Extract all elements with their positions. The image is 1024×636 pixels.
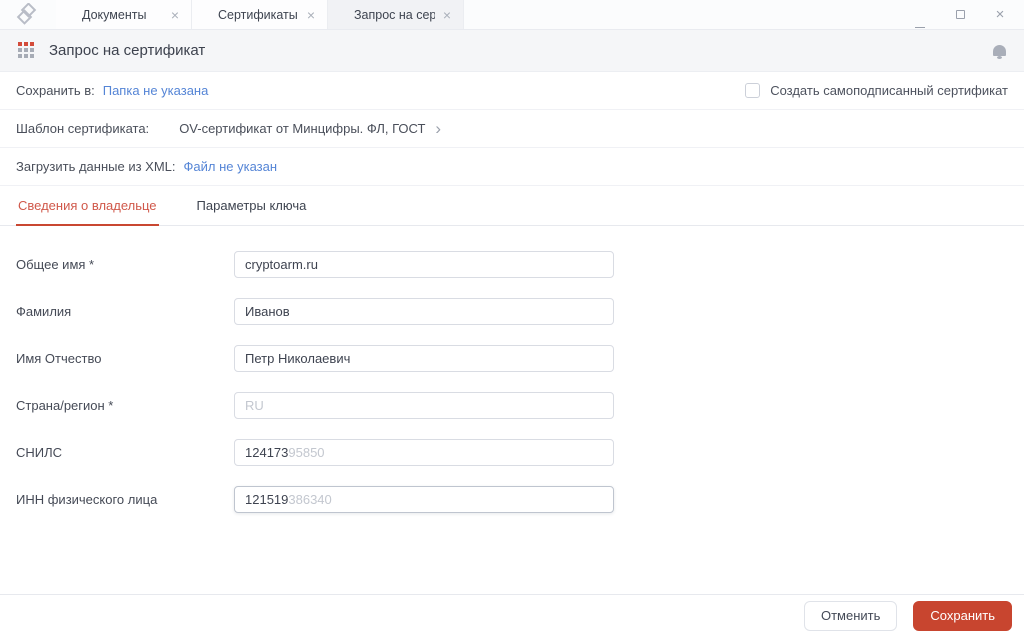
tab-label: Документы	[82, 7, 147, 22]
form-row-snils: СНИЛС 124173 95850	[0, 439, 1024, 466]
field-label: Фамилия	[16, 304, 72, 319]
bell-icon[interactable]	[993, 45, 1006, 59]
close-icon[interactable]: ×	[171, 8, 179, 22]
owner-info-form: Общее имя * cryptoarm.ru Фамилия Иванов …	[0, 226, 1024, 594]
snils-input[interactable]: 124173 95850	[234, 439, 614, 466]
save-button[interactable]: Сохранить	[913, 600, 1012, 631]
save-to-label: Сохранить в:	[16, 83, 95, 98]
form-row-common-name: Общее имя * cryptoarm.ru	[0, 251, 1024, 278]
input-muted-value: RU	[245, 398, 264, 413]
form-row-country: Страна/регион * RU	[0, 392, 1024, 419]
country-input[interactable]: RU	[234, 392, 614, 419]
self-signed-option[interactable]: Создать самоподписанный сертификат	[745, 83, 1008, 98]
minimize-icon[interactable]	[914, 17, 926, 29]
template-row: Шаблон сертификата: OV-сертификат от Мин…	[0, 110, 1024, 148]
self-signed-checkbox[interactable]	[745, 83, 761, 98]
form-row-surname: Фамилия Иванов	[0, 298, 1024, 325]
tab-owner-info[interactable]: Сведения о владельце	[16, 198, 159, 226]
given-name-input[interactable]: Петр Николаевич	[234, 345, 614, 372]
cancel-button[interactable]: Отменить	[803, 600, 898, 631]
page-title: Запрос на сертификат	[49, 42, 206, 59]
xml-label: Загрузить данные из XML:	[16, 159, 176, 174]
tab-bar: Документы × Сертификаты × Запрос на серт…	[0, 0, 1024, 30]
common-name-input[interactable]: cryptoarm.ru	[234, 251, 614, 278]
xml-file-link[interactable]: Файл не указан	[184, 159, 278, 174]
footer-bar: Отменить Сохранить	[0, 594, 1024, 636]
xml-row: Загрузить данные из XML: Файл не указан	[0, 148, 1024, 186]
field-label: Страна/регион *	[16, 398, 114, 413]
input-value: Петр Николаевич	[245, 351, 351, 366]
inn-input[interactable]: 121519 386340	[234, 486, 614, 513]
maximize-icon[interactable]	[954, 9, 966, 21]
section-tabs: Сведения о владельце Параметры ключа	[0, 186, 1024, 226]
field-label: СНИЛС	[16, 445, 63, 460]
input-muted-value: 95850	[288, 445, 325, 460]
close-icon[interactable]: ×	[443, 8, 451, 22]
window-controls: ×	[896, 0, 1024, 29]
save-to-folder-link[interactable]: Папка не указана	[103, 83, 209, 98]
input-value: 124173	[245, 445, 289, 460]
field-label: Имя Отчество	[16, 351, 102, 366]
surname-input[interactable]: Иванов	[234, 298, 614, 325]
save-to-row: Сохранить в: Папка не указана Создать са…	[0, 72, 1024, 110]
input-value: cryptoarm.ru	[245, 257, 318, 272]
form-row-inn: ИНН физического лица 121519 386340	[0, 486, 1024, 513]
app-logo	[0, 0, 56, 29]
logo-icon	[16, 2, 37, 25]
self-signed-label[interactable]: Создать самоподписанный сертификат	[770, 83, 1008, 98]
chevron-right-icon[interactable]: ›	[435, 120, 441, 137]
template-label: Шаблон сертификата:	[16, 121, 150, 136]
tab-label: Сертификаты	[218, 7, 298, 22]
template-value[interactable]: OV-сертификат от Минцифры. ФЛ, ГОСТ	[179, 121, 425, 136]
tab-label: Запрос на серти...	[354, 7, 435, 22]
tab-documents[interactable]: Документы ×	[56, 0, 192, 29]
input-value: 121519	[245, 492, 289, 507]
input-muted-value: 386340	[288, 492, 332, 507]
tab-certificates[interactable]: Сертификаты ×	[192, 0, 328, 29]
app-window: Документы × Сертификаты × Запрос на серт…	[0, 0, 1024, 636]
app-grid-icon	[18, 42, 34, 58]
form-row-given-name: Имя Отчество Петр Николаевич	[0, 345, 1024, 372]
input-value: Иванов	[245, 304, 290, 319]
page-header: Запрос на сертификат	[0, 30, 1024, 72]
close-icon[interactable]: ×	[307, 8, 315, 22]
tab-certificate-request[interactable]: Запрос на серти... ×	[328, 0, 464, 29]
tab-key-params[interactable]: Параметры ключа	[195, 198, 309, 225]
tabbar-spacer	[464, 0, 896, 29]
field-label: ИНН физического лица	[16, 492, 158, 507]
window-close-icon[interactable]: ×	[994, 6, 1006, 23]
field-label: Общее имя *	[16, 257, 95, 272]
